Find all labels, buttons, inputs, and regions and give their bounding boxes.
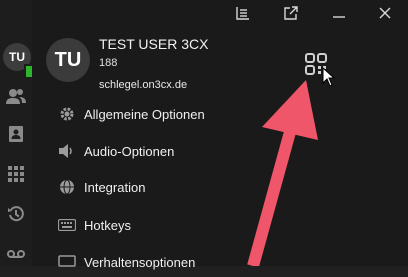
annotation-arrow	[247, 80, 318, 266]
